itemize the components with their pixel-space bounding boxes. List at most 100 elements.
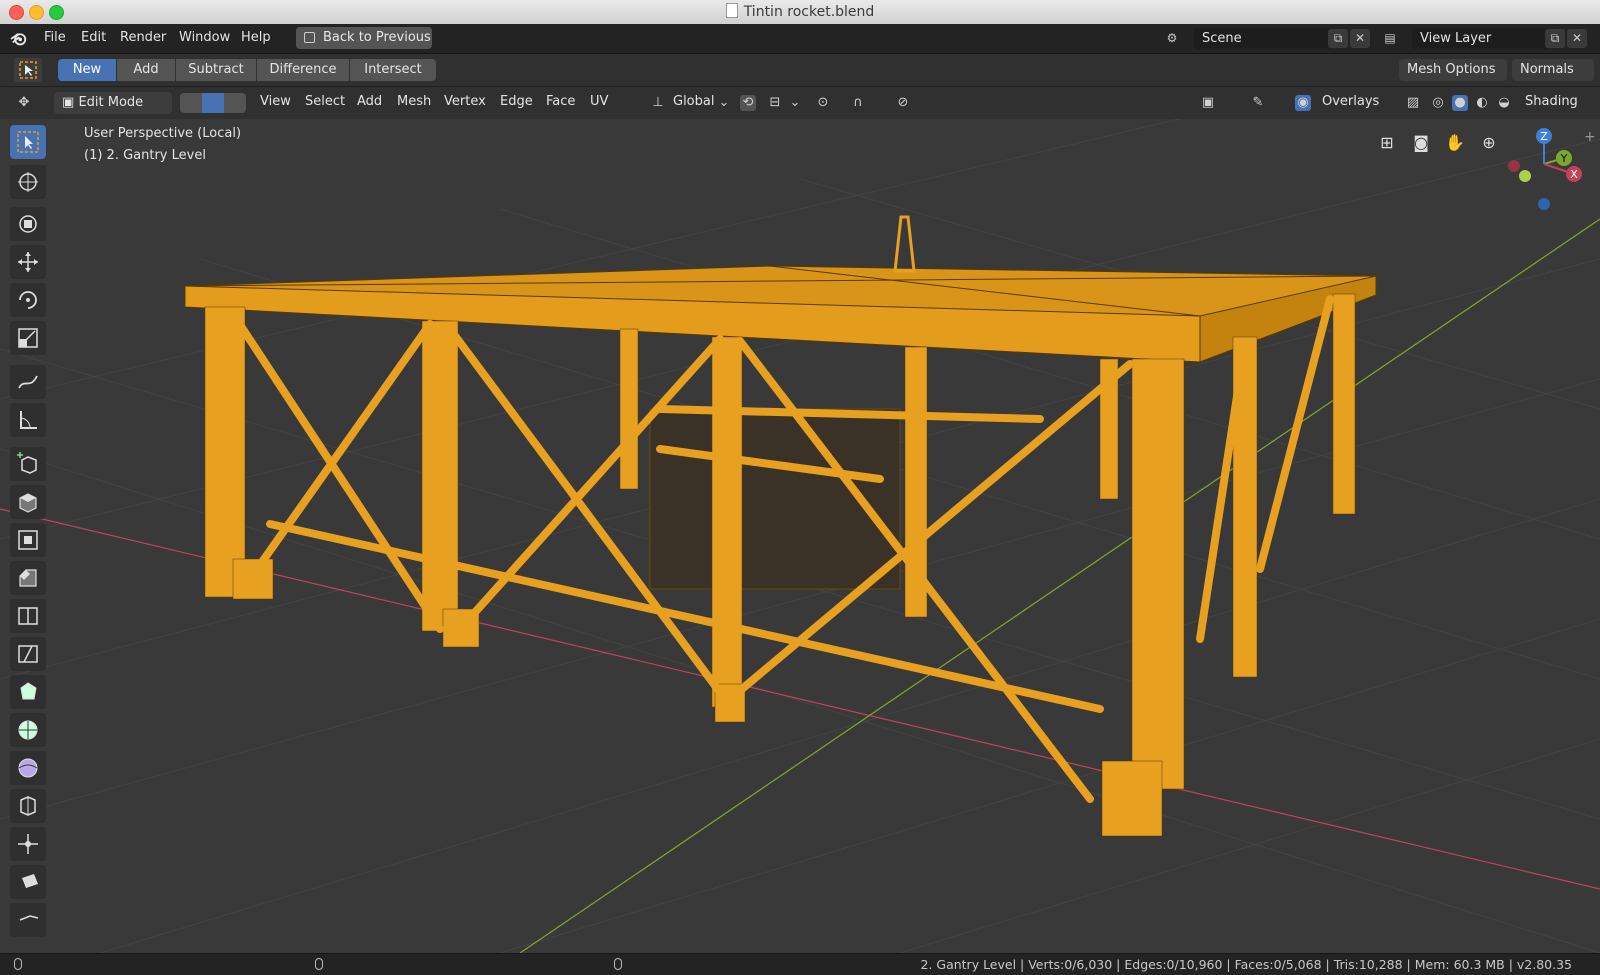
x-axis-label: X xyxy=(1570,168,1578,181)
mode-difference-button[interactable]: Difference xyxy=(257,59,349,81)
smooth-tool-icon[interactable] xyxy=(10,751,46,785)
gantry-mesh[interactable] xyxy=(184,215,1377,837)
mode-new-button[interactable]: New xyxy=(58,59,116,81)
viewport-scene xyxy=(0,119,1600,953)
delete-scene-icon[interactable]: ✕ xyxy=(1350,29,1370,48)
mesh-options-dropdown[interactable]: Mesh Options ⌄ xyxy=(1399,59,1507,99)
mode-label: Edit Mode xyxy=(78,95,144,110)
active-tool-select-box-icon[interactable] xyxy=(14,58,42,82)
knife-tool-icon[interactable] xyxy=(10,637,46,671)
view-layer-name-field[interactable]: View Layer xyxy=(1412,28,1550,49)
top-menubar: File Edit Render Window Help Back to Pre… xyxy=(0,24,1600,54)
inset-faces-tool-icon[interactable] xyxy=(10,523,46,557)
mode-add-button[interactable]: Add xyxy=(117,59,175,81)
toggle-perspective-icon[interactable]: ⊞ xyxy=(1373,129,1401,157)
wireframe-shading-icon[interactable]: ◎ xyxy=(1430,95,1446,111)
chevron-down-icon[interactable]: ⌄ xyxy=(716,95,732,111)
y-axis-label: Y xyxy=(1560,152,1568,165)
mouse-middle-icon xyxy=(315,958,323,970)
shrink-fatten-tool-icon[interactable] xyxy=(10,827,46,861)
menu-edit[interactable]: Edit xyxy=(81,30,106,45)
snapping-icon[interactable]: ⊘ xyxy=(895,95,911,111)
window-title: Tintin rocket.blend xyxy=(0,3,1600,20)
transform-tool-icon[interactable] xyxy=(10,207,46,241)
select-box-tool-icon[interactable] xyxy=(10,125,46,159)
pivot-icon[interactable]: ⟲ xyxy=(740,95,756,111)
blender-logo-icon[interactable] xyxy=(10,30,27,47)
loop-cut-tool-icon[interactable] xyxy=(10,599,46,633)
neg-y-axis-handle-icon[interactable] xyxy=(1519,170,1531,182)
transform-orientation-icon[interactable]: ⊥ xyxy=(650,95,666,111)
scene-selector-icon[interactable]: ⚙ xyxy=(1162,29,1182,48)
back-to-previous-button[interactable]: Back to Previous xyxy=(296,27,432,49)
viewport-filter-icon[interactable]: ▣ xyxy=(1200,95,1216,111)
view-layer-selector-icon[interactable]: ▤ xyxy=(1380,29,1400,48)
snap-icon[interactable]: ⊟ xyxy=(767,95,783,111)
overlays-dropdown[interactable]: Overlays xyxy=(1322,94,1379,109)
rotate-tool-icon[interactable] xyxy=(10,283,46,317)
neg-x-axis-handle-icon[interactable] xyxy=(1508,160,1520,172)
menu-window[interactable]: Window xyxy=(179,30,230,45)
add-cube-tool-icon[interactable] xyxy=(10,447,46,481)
3d-viewport[interactable]: User Perspective (Local) (1) 2. Gantry L… xyxy=(0,119,1600,953)
gizmo-visibility-icon[interactable]: ✎ xyxy=(1250,95,1266,111)
menu-file[interactable]: File xyxy=(44,30,66,45)
face-select-icon[interactable] xyxy=(224,93,246,113)
spin-tool-icon[interactable] xyxy=(10,713,46,747)
menu-uv[interactable]: UV xyxy=(590,94,608,109)
pan-view-hand-icon[interactable]: ✋ xyxy=(1441,129,1469,157)
new-view-layer-icon[interactable]: ⧉ xyxy=(1545,29,1565,48)
measure-tool-icon[interactable] xyxy=(10,403,46,437)
scene-statistics: 2. Gantry Level | Verts:0/6,030 | Edges:… xyxy=(920,957,1572,972)
new-scene-icon[interactable]: ⧉ xyxy=(1328,29,1348,48)
annotate-tool-icon[interactable] xyxy=(10,365,46,399)
delete-view-layer-icon[interactable]: ✕ xyxy=(1567,29,1587,48)
menu-render[interactable]: Render xyxy=(120,30,166,45)
navigation-gizmo[interactable]: Z Y X xyxy=(1500,124,1590,214)
solid-shading-icon[interactable]: ● xyxy=(1452,95,1468,111)
scene-name-field[interactable]: Scene xyxy=(1194,28,1332,49)
rip-region-tool-icon[interactable] xyxy=(10,903,46,937)
camera-view-icon[interactable]: ◙ xyxy=(1407,129,1435,157)
extrude-tool-icon[interactable] xyxy=(10,485,46,519)
back-to-previous-label: Back to Previous xyxy=(323,30,431,45)
menu-edge[interactable]: Edge xyxy=(500,94,533,109)
move-tool-icon[interactable] xyxy=(10,245,46,279)
falloff-icon[interactable]: ∩ xyxy=(850,95,866,111)
orientation-dropdown[interactable]: Global xyxy=(673,94,714,109)
scale-tool-icon[interactable] xyxy=(10,321,46,355)
menu-add[interactable]: Add xyxy=(357,94,382,109)
menu-view[interactable]: View xyxy=(260,94,291,109)
poly-build-tool-icon[interactable] xyxy=(10,675,46,709)
bevel-tool-icon[interactable] xyxy=(10,561,46,595)
mouse-left-icon xyxy=(14,958,22,970)
neg-z-axis-handle-icon[interactable] xyxy=(1538,198,1550,210)
shading-dropdown[interactable]: Shading xyxy=(1525,94,1578,109)
proportional-edit-icon[interactable]: ⊙ xyxy=(815,95,831,111)
normals-dropdown[interactable]: Normals ⌄ xyxy=(1512,59,1594,99)
menu-help[interactable]: Help xyxy=(241,30,271,45)
overlays-toggle-icon[interactable]: ◉ xyxy=(1295,95,1311,111)
edge-select-icon[interactable] xyxy=(202,93,224,113)
chevron-down-icon[interactable]: ⌄ xyxy=(787,95,803,111)
z-axis-label: Z xyxy=(1540,130,1548,143)
vertex-select-icon[interactable] xyxy=(180,93,202,113)
menu-vertex[interactable]: Vertex xyxy=(444,94,486,109)
edge-slide-tool-icon[interactable] xyxy=(10,789,46,823)
zoom-view-icon[interactable]: ⊕ xyxy=(1475,129,1503,157)
viewport-object-label: (1) 2. Gantry Level xyxy=(84,148,206,163)
mode-subtract-button[interactable]: Subtract xyxy=(176,59,256,81)
mode-intersect-button[interactable]: Intersect xyxy=(350,59,436,81)
menu-mesh[interactable]: Mesh xyxy=(397,94,431,109)
menu-select[interactable]: Select xyxy=(305,94,345,109)
status-bar: 2. Gantry Level | Verts:0/6,030 | Edges:… xyxy=(0,953,1600,975)
rendered-shading-icon[interactable]: ◒ xyxy=(1496,95,1512,111)
cursor-tool-icon[interactable] xyxy=(10,165,46,199)
mode-selector-dropdown[interactable]: ▣ Edit Mode xyxy=(54,92,172,114)
xray-toggle-icon[interactable]: ▨ xyxy=(1405,95,1421,111)
shear-tool-icon[interactable] xyxy=(10,865,46,899)
edit-mode-icon: ▣ xyxy=(62,95,75,110)
menu-face[interactable]: Face xyxy=(546,94,575,109)
material-shading-icon[interactable]: ◐ xyxy=(1474,95,1490,111)
editor-type-icon[interactable]: ✥ xyxy=(16,95,32,111)
